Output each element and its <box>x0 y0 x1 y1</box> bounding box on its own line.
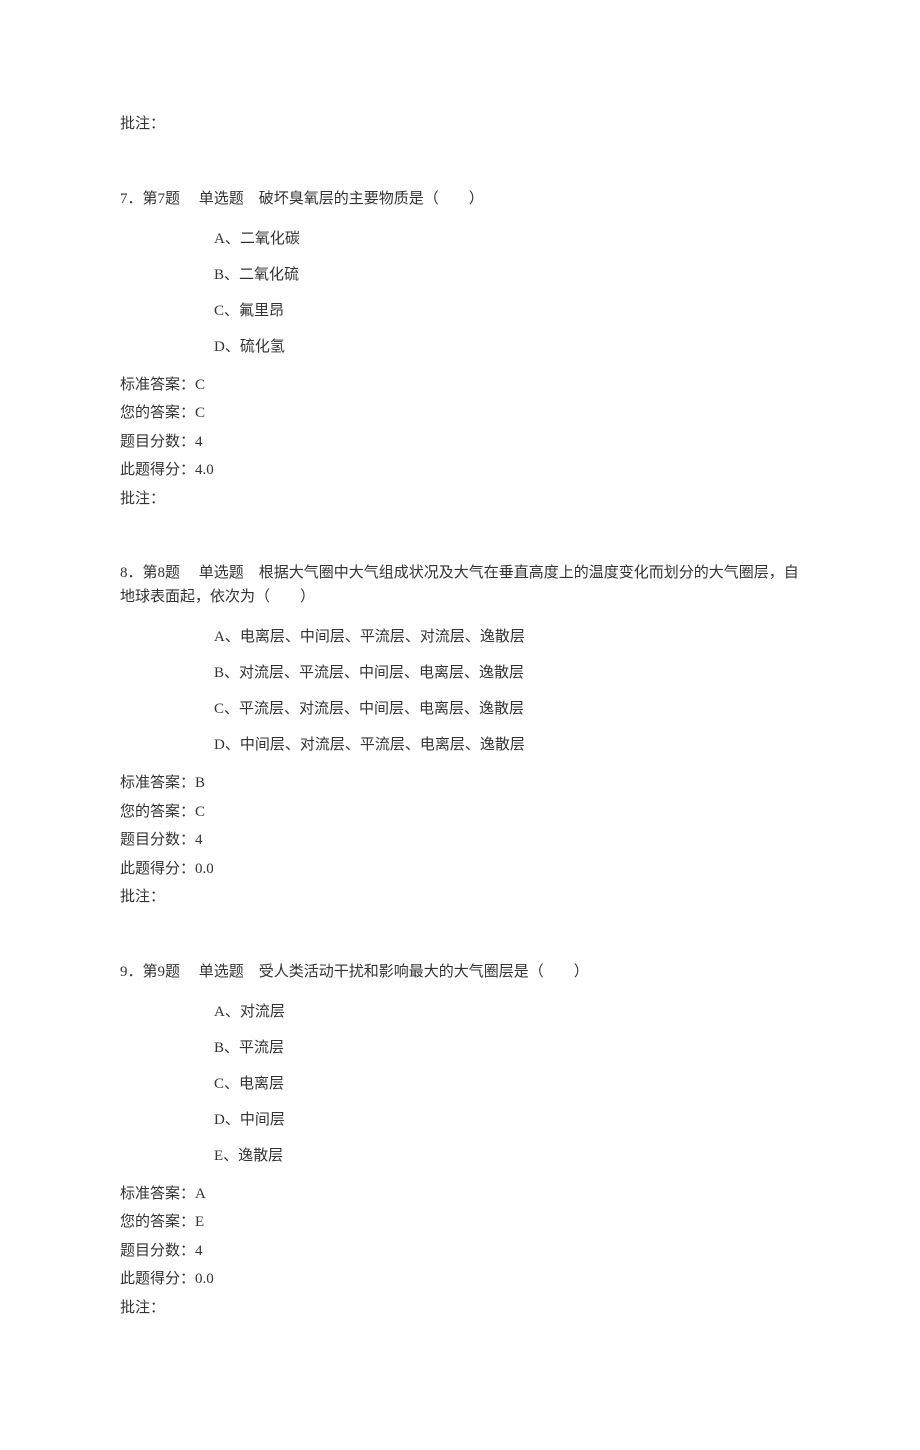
option-c: C、氟里昂 <box>214 299 800 323</box>
your-answer: 您的答案：E <box>120 1208 800 1237</box>
got-score: 此题得分：0.0 <box>120 1265 800 1294</box>
got-score: 此题得分：4.0 <box>120 456 800 485</box>
option-a: A、对流层 <box>214 1000 800 1024</box>
option-a: A、二氧化碳 <box>214 227 800 251</box>
question-9-stem: 9．第9题 单选题 受人类活动干扰和影响最大的大气圈层是（ ） <box>120 960 800 984</box>
question-7-options: A、二氧化碳 B、二氧化硫 C、氟里昂 D、硫化氢 <box>214 227 800 359</box>
option-e: E、逸散层 <box>214 1144 800 1168</box>
remark: 批注： <box>120 1294 800 1323</box>
option-c: C、电离层 <box>214 1072 800 1096</box>
your-answer: 您的答案：C <box>120 399 800 428</box>
option-a: A、电离层、中间层、平流层、对流层、逸散层 <box>214 625 800 649</box>
option-c: C、平流层、对流层、中间层、电离层、逸散层 <box>214 697 800 721</box>
question-7-answers: 标准答案：C 您的答案：C 题目分数：4 此题得分：4.0 批注： <box>120 371 800 514</box>
your-answer: 您的答案：C <box>120 798 800 827</box>
question-9: 9．第9题 单选题 受人类活动干扰和影响最大的大气圈层是（ ） A、对流层 B、… <box>120 960 800 1323</box>
standard-answer: 标准答案：A <box>120 1180 800 1209</box>
standard-answer: 标准答案：B <box>120 769 800 798</box>
question-8-stem: 8．第8题 单选题 根据大气圈中大气组成状况及大气在垂直高度上的温度变化而划分的… <box>120 561 800 609</box>
option-b: B、平流层 <box>214 1036 800 1060</box>
question-8-options: A、电离层、中间层、平流层、对流层、逸散层 B、对流层、平流层、中间层、电离层、… <box>214 625 800 757</box>
question-7: 7．第7题 单选题 破坏臭氧层的主要物质是（ ） A、二氧化碳 B、二氧化硫 C… <box>120 187 800 514</box>
question-8-answers: 标准答案：B 您的答案：C 题目分数：4 此题得分：0.0 批注： <box>120 769 800 912</box>
question-9-answers: 标准答案：A 您的答案：E 题目分数：4 此题得分：0.0 批注： <box>120 1180 800 1323</box>
option-d: D、中间层、对流层、平流层、电离层、逸散层 <box>214 733 800 757</box>
score: 题目分数：4 <box>120 1237 800 1266</box>
standard-answer: 标准答案：C <box>120 371 800 400</box>
option-b: B、对流层、平流层、中间层、电离层、逸散层 <box>214 661 800 685</box>
got-score: 此题得分：0.0 <box>120 855 800 884</box>
option-d: D、中间层 <box>214 1108 800 1132</box>
question-7-stem: 7．第7题 单选题 破坏臭氧层的主要物质是（ ） <box>120 187 800 211</box>
remark: 批注： <box>120 485 800 514</box>
question-9-options: A、对流层 B、平流层 C、电离层 D、中间层 E、逸散层 <box>214 1000 800 1168</box>
option-b: B、二氧化硫 <box>214 263 800 287</box>
question-8: 8．第8题 单选题 根据大气圈中大气组成状况及大气在垂直高度上的温度变化而划分的… <box>120 561 800 912</box>
score: 题目分数：4 <box>120 826 800 855</box>
remark: 批注： <box>120 883 800 912</box>
option-d: D、硫化氢 <box>214 335 800 359</box>
score: 题目分数：4 <box>120 428 800 457</box>
top-remark: 批注： <box>120 110 800 139</box>
